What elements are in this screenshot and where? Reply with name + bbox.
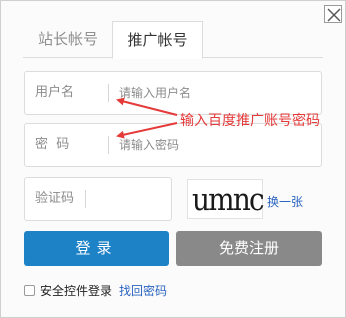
captcha-input[interactable] — [91, 188, 167, 210]
field-separator — [108, 136, 109, 154]
username-label: 用户名 — [35, 85, 75, 100]
annotation-text: 输入百度推广账号密码 — [180, 113, 320, 129]
tab-webmaster-account[interactable]: 站长帐号 — [25, 21, 111, 58]
forgot-password-link[interactable]: 找回密码 — [119, 282, 167, 299]
password-label: 密 码 — [35, 137, 70, 152]
username-input[interactable] — [119, 82, 314, 104]
captcha-text: umnc — [192, 182, 265, 218]
tab-promotion-account[interactable]: 推广帐号 — [112, 21, 203, 59]
secure-login-label: 安全控件登录 — [40, 283, 113, 298]
username-field: 用户名 — [24, 71, 322, 115]
login-button[interactable]: 登录 — [24, 231, 169, 266]
captcha-image[interactable]: umnc — [187, 179, 265, 219]
login-dialog: 站长帐号 推广帐号 用户名 密 码 验证码 umnc 换一张 登录 免费注册 安… — [0, 0, 346, 318]
captcha-label: 验证码 — [35, 191, 75, 206]
refresh-captcha-link[interactable]: 换一张 — [267, 193, 303, 210]
field-separator — [108, 84, 109, 102]
account-tabs: 站长帐号 推广帐号 — [1, 1, 346, 59]
field-separator — [85, 190, 86, 208]
captcha-field: 验证码 — [24, 177, 172, 221]
secure-login-checkbox[interactable] — [24, 284, 35, 296]
secure-login-option: 安全控件登录 找回密码 — [24, 282, 167, 298]
register-button[interactable]: 免费注册 — [176, 231, 322, 266]
password-input[interactable] — [119, 134, 314, 156]
